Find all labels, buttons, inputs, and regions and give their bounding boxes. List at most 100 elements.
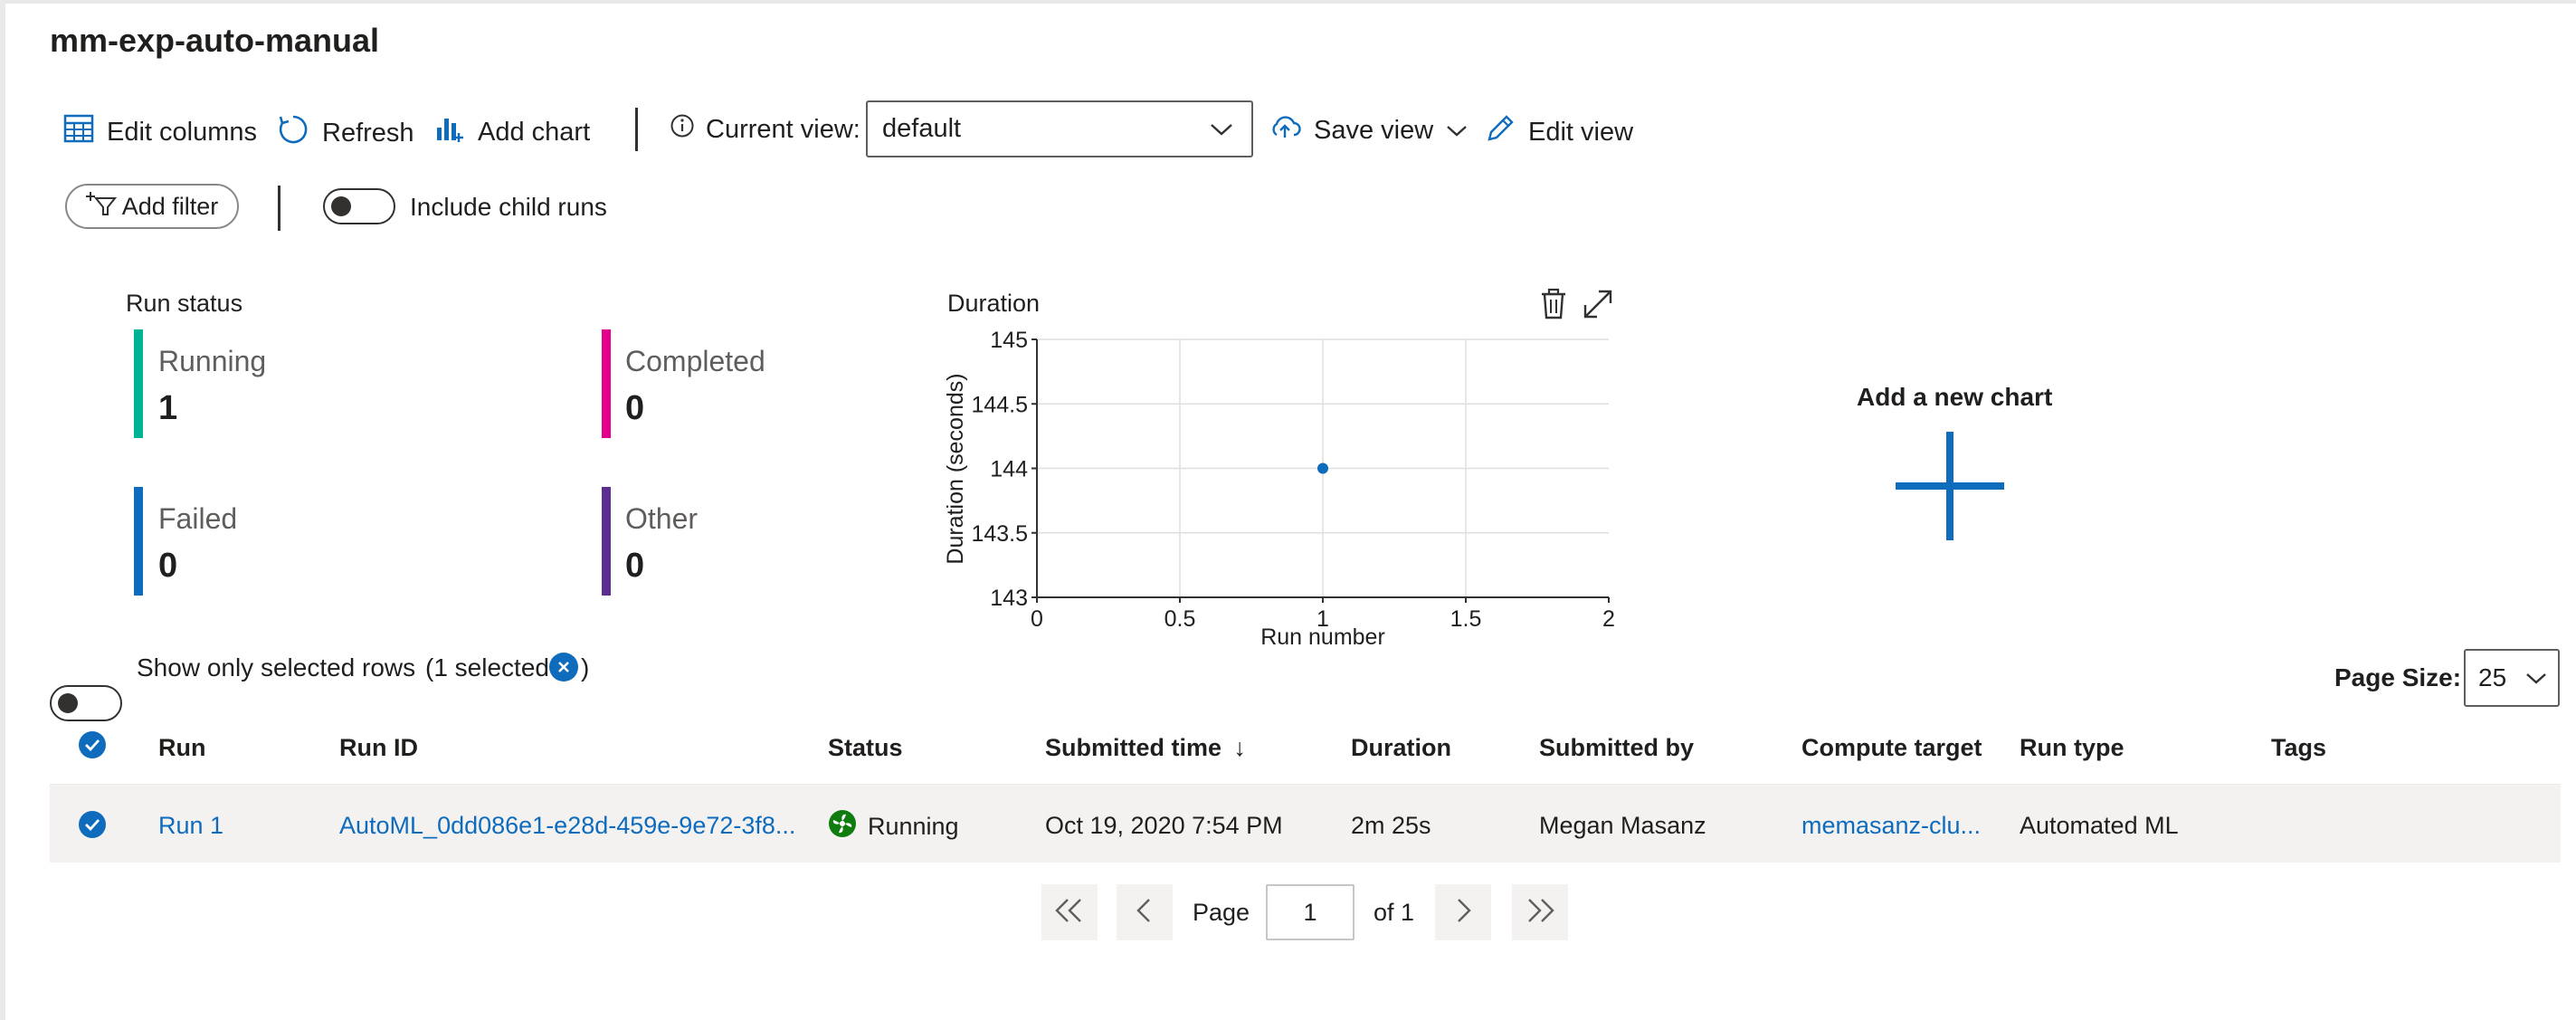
column-header-duration[interactable]: Duration [1351,734,1451,762]
run-status-text: Running [868,813,959,840]
failed-status-bar [134,487,143,596]
chevron-down-icon [1210,114,1233,144]
first-page-button[interactable] [1041,884,1098,940]
failed-count: 0 [158,547,178,585]
edit-columns-button[interactable]: Edit columns [63,113,257,151]
selected-count-text: (1 selected [425,653,549,682]
x-tick-label: 0 [1031,606,1043,632]
other-label: Other [625,502,699,535]
x-tick-label: 1.5 [1450,606,1482,632]
sort-descending-icon: ↓ [1233,734,1247,761]
row-checkbox[interactable] [79,811,106,838]
double-chevron-right-icon [1522,897,1558,929]
y-tick-label: 144.5 [971,392,1028,417]
show-only-selected-toggle[interactable] [50,685,122,721]
close-paren: ) [581,653,590,682]
add-chart-button[interactable]: Add chart [434,113,590,151]
select-all-checkbox[interactable] [79,731,106,758]
running-label: Running [158,345,267,377]
x-tick-label: 2 [1602,606,1615,632]
current-view-value: default [882,114,962,143]
include-child-runs-label: Include child runs [410,193,607,221]
duration-chart: 145144.5144143.5143 0 0.5 1 1.5 2 Run number… [943,328,1615,650]
column-header-submitted-time[interactable]: Submitted time ↓ [1045,734,1246,762]
last-page-button[interactable] [1512,884,1568,940]
chevron-down-icon [1446,116,1468,146]
completed-count: 0 [625,389,645,427]
edit-view-button[interactable]: Edit view [1485,113,1633,151]
submitted-time-header-label: Submitted time [1045,734,1222,761]
duration-cell: 2m 25s [1351,812,1431,839]
x-axis-label: Run number [1260,624,1385,650]
run-id-link[interactable]: AutoML_0dd086e1-e28d-459e-9e72-3f8... [339,812,795,840]
column-header-submitted-by[interactable]: Submitted by [1539,734,1694,762]
column-header-run-id[interactable]: Run ID [339,734,418,762]
add-filter-button[interactable]: Add filter [65,184,239,229]
page-title: mm-exp-auto-manual [50,22,380,59]
page-size-label: Page Size: [2334,663,2462,691]
current-view-select[interactable]: default [866,100,1253,157]
add-chart-label: Add chart [478,117,591,147]
include-child-runs-toggle[interactable] [323,188,395,224]
chevron-down-icon [2525,663,2547,692]
page-size-select[interactable]: 25 [2464,649,2560,707]
current-view-label: Current view: [706,114,860,144]
completed-label: Completed [625,345,765,377]
column-header-compute-target[interactable]: Compute target [1801,734,1982,762]
cloud-upload-icon [1269,113,1301,148]
chevron-right-icon [1452,897,1474,929]
run-status-cell: Running [828,809,959,844]
other-status-bar [602,487,611,596]
expand-icon[interactable] [1582,288,1614,325]
refresh-label: Refresh [322,118,414,148]
running-status-bar [134,329,143,438]
toggle-knob [331,196,351,216]
failed-label: Failed [158,502,238,535]
add-new-chart-plus-icon[interactable] [1894,430,2006,547]
column-header-tags[interactable]: Tags [2271,734,2326,762]
chevron-left-icon [1134,897,1155,929]
y-tick-label: 144 [990,457,1028,482]
page-total-label: of 1 [1374,899,1415,926]
trash-icon[interactable] [1538,288,1569,325]
next-page-button[interactable] [1435,884,1491,940]
pencil-icon [1485,113,1516,151]
run-status-title: Run status [126,290,243,317]
toolbar-divider [635,108,638,151]
y-tick-label: 145 [990,328,1028,353]
edit-columns-label: Edit columns [107,117,258,147]
add-filter-icon [85,190,117,224]
table-grid-icon [63,113,94,151]
column-header-run[interactable]: Run [158,734,205,762]
other-count: 0 [625,547,645,585]
data-point [1317,462,1328,474]
show-only-selected-label: Show only selected rows [137,653,416,682]
double-chevron-left-icon [1051,897,1088,929]
window-left-border [0,0,5,1020]
save-view-button[interactable]: Save view [1269,113,1468,148]
completed-status-bar [602,329,611,438]
page-number-input[interactable]: 1 [1266,884,1355,940]
duration-chart-title: Duration [947,290,1041,317]
window-top-border [0,0,2576,4]
y-tick-label: 143.5 [971,521,1028,547]
clear-selection-icon[interactable] [549,653,578,682]
column-header-status[interactable]: Status [828,734,903,762]
y-tick-label: 143 [990,586,1028,611]
bar-chart-icon [434,113,465,151]
page-size-value: 25 [2478,663,2507,691]
run-name-link[interactable]: Run 1 [158,812,223,840]
toggle-knob [58,693,78,713]
edit-view-label: Edit view [1528,117,1634,147]
save-view-label: Save view [1314,115,1434,145]
refresh-icon [277,113,309,153]
column-header-run-type[interactable]: Run type [2020,734,2124,762]
x-tick-label: 0.5 [1164,606,1196,632]
running-status-icon [828,809,857,844]
compute-target-link[interactable]: memasanz-clu... [1801,812,1981,840]
filter-divider [278,186,280,231]
add-filter-label: Add filter [121,192,219,220]
previous-page-button[interactable] [1117,884,1173,940]
add-new-chart-label: Add a new chart [1857,383,2053,411]
refresh-button[interactable]: Refresh [277,113,414,153]
